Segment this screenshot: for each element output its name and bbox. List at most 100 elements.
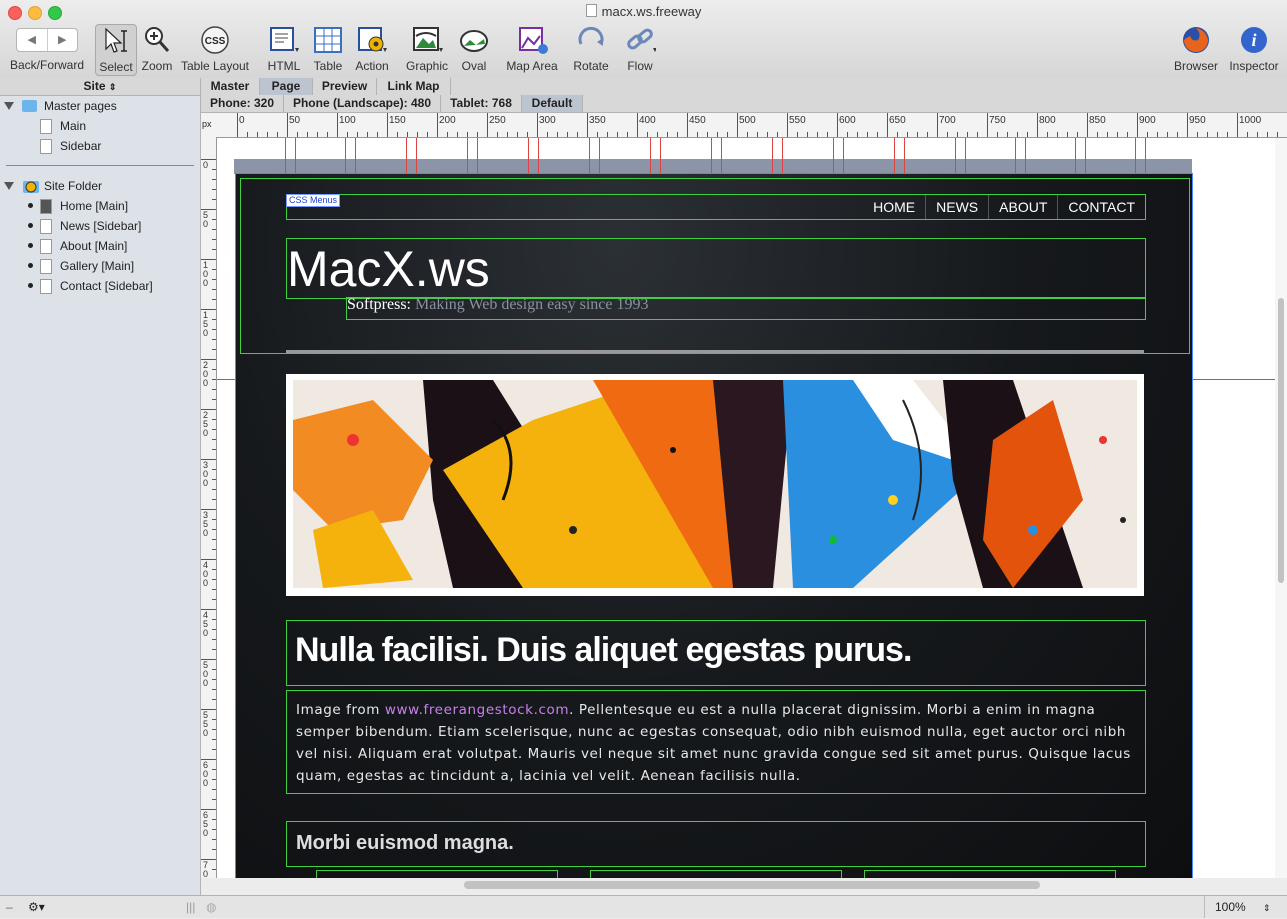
ruler-tick	[212, 199, 216, 200]
column-guide-mark	[538, 138, 539, 174]
tab-tablet-768[interactable]: Tablet: 768	[441, 95, 522, 112]
column-box-3[interactable]	[864, 870, 1116, 878]
ruler-label: 750	[989, 115, 1006, 126]
zoom-level-value: 100%	[1215, 900, 1246, 914]
ruler-tick	[212, 529, 216, 530]
ruler-tick	[1087, 113, 1088, 137]
resize-handle-icon[interactable]: |||	[186, 896, 195, 918]
tab-phone-landscape-480[interactable]: Phone (Landscape): 480	[284, 95, 441, 112]
paragraph-box[interactable]: Image from www.freerangestock.com. Pelle…	[286, 690, 1146, 794]
inspector-button[interactable]: i Inspector	[1226, 24, 1282, 73]
ruler-tick	[287, 113, 288, 137]
column-box-1[interactable]	[316, 870, 558, 878]
zoom-level-select[interactable]: 100% ⇕	[1204, 896, 1285, 918]
ruler-tick	[212, 329, 216, 330]
ruler-tick	[917, 132, 918, 137]
vertical-scrollbar[interactable]	[1275, 138, 1287, 878]
window-title-text: macx.ws.freeway	[601, 4, 702, 19]
site-popup[interactable]: Site ⇕	[0, 78, 201, 95]
sidebar-item-about[interactable]: About [Main]	[60, 236, 127, 256]
menu-item-about[interactable]: ABOUT	[988, 195, 1057, 219]
tab-preview[interactable]: Preview	[313, 78, 377, 95]
sidebar-master-pages[interactable]: Master pages	[44, 96, 117, 116]
ruler-tick	[212, 819, 216, 820]
ruler-label: 850	[1089, 115, 1106, 126]
sidebar-item-master-sidebar[interactable]: Sidebar	[60, 136, 101, 156]
sidebar-item-contact[interactable]: Contact [Sidebar]	[60, 276, 153, 296]
ruler-tick	[747, 132, 748, 137]
updown-chevron-icon: ⇕	[1263, 903, 1271, 913]
rotate-icon	[578, 26, 604, 46]
ruler-tick	[1147, 132, 1148, 137]
tab-link-map[interactable]: Link Map	[377, 78, 451, 95]
abstract-painting-image	[293, 380, 1137, 588]
page-icon	[40, 259, 52, 274]
ruler-tick	[237, 113, 238, 137]
flow-tool-button[interactable]: Flow	[620, 24, 660, 73]
horizontal-scroll-thumb[interactable]	[464, 881, 1040, 889]
site-title-box[interactable]: MacX.ws	[286, 238, 1146, 299]
menu-item-contact[interactable]: CONTACT	[1057, 195, 1145, 219]
map-area-tool-button[interactable]: Map Area	[504, 24, 560, 73]
browser-label: Browser	[1173, 59, 1218, 73]
site-label: Site	[83, 79, 106, 93]
graphic-tool-button[interactable]: Graphic	[404, 24, 450, 73]
ruler-tick	[212, 829, 216, 830]
tagline-box[interactable]: Softpress: Making Web design easy since …	[346, 296, 1146, 320]
ruler-label: 600	[839, 115, 856, 126]
ruler-label: 100	[339, 115, 356, 126]
ruler-tick	[337, 113, 338, 137]
disclosure-triangle-icon[interactable]	[4, 182, 14, 190]
column-guide-mark	[285, 138, 286, 174]
headline-box[interactable]: Nulla facilisi. Duis aliquet egestas pur…	[286, 620, 1146, 686]
back-arrow-icon[interactable]: ◀	[17, 29, 48, 51]
ruler-tick	[212, 699, 216, 700]
forward-arrow-icon[interactable]: ▶	[48, 29, 78, 51]
subheading-box[interactable]: Morbi euismod magna.	[286, 821, 1146, 867]
hero-image-frame[interactable]	[286, 374, 1144, 596]
back-forward-button[interactable]: ◀ ▶ Back/Forward	[6, 24, 88, 72]
vertical-scroll-thumb[interactable]	[1278, 298, 1284, 583]
oval-tool-button[interactable]: Oval	[456, 24, 492, 73]
action-tool-button[interactable]: Action	[352, 24, 392, 73]
disclosure-triangle-icon[interactable]	[4, 102, 14, 110]
design-canvas[interactable]: CSS Menus HOME NEWS ABOUT CONTACT MacX.w…	[217, 138, 1287, 878]
sidebar-item-master-main[interactable]: Main	[60, 116, 86, 136]
table-tool-button[interactable]: Table	[310, 24, 346, 73]
css-menu-box[interactable]: CSS Menus HOME NEWS ABOUT CONTACT	[286, 194, 1146, 220]
menu-item-news[interactable]: NEWS	[925, 195, 988, 219]
column-box-2[interactable]	[590, 870, 842, 878]
ruler-tick	[557, 132, 558, 137]
zoom-tool-button[interactable]: Zoom	[139, 24, 175, 73]
select-tool-button[interactable]: Select	[95, 24, 137, 76]
table-layout-button[interactable]: CSS Table Layout	[180, 24, 250, 73]
ruler-tick	[637, 113, 638, 137]
html-tool-button[interactable]: HTML	[264, 24, 304, 73]
ruler-tick	[847, 132, 848, 137]
page-icon	[40, 119, 52, 134]
ruler-tick	[427, 132, 428, 137]
minus-icon[interactable]: –	[6, 896, 13, 918]
ruler-tick	[577, 132, 578, 137]
tab-default[interactable]: Default	[522, 95, 583, 112]
column-guide-mark	[772, 138, 773, 174]
gear-menu-icon[interactable]: ⚙▾	[28, 896, 45, 918]
column-guide-mark	[1025, 138, 1026, 174]
sidebar-item-gallery[interactable]: Gallery [Main]	[60, 256, 134, 276]
graphic-label: Graphic	[405, 59, 449, 73]
ruler-tick	[212, 499, 216, 500]
tab-page[interactable]: Page	[260, 78, 313, 95]
rotate-tool-button[interactable]: Rotate	[571, 24, 611, 73]
web-page-body[interactable]: CSS Menus HOME NEWS ABOUT CONTACT MacX.w…	[235, 173, 1193, 878]
tab-phone-320[interactable]: Phone: 320	[201, 95, 284, 112]
ruler-tick	[687, 113, 688, 137]
sidebar-item-news[interactable]: News [Sidebar]	[60, 216, 141, 236]
back-forward-control[interactable]: ◀ ▶	[16, 28, 78, 52]
ruler-tick	[587, 113, 588, 137]
browser-button[interactable]: Browser	[1172, 24, 1220, 73]
freerangestock-link[interactable]: www.freerangestock.com	[385, 702, 569, 718]
tab-master[interactable]: Master	[201, 78, 260, 95]
sidebar-site-folder[interactable]: Site Folder	[44, 176, 102, 196]
sidebar-item-home[interactable]: Home [Main]	[60, 196, 128, 216]
menu-item-home[interactable]: HOME	[863, 195, 925, 219]
